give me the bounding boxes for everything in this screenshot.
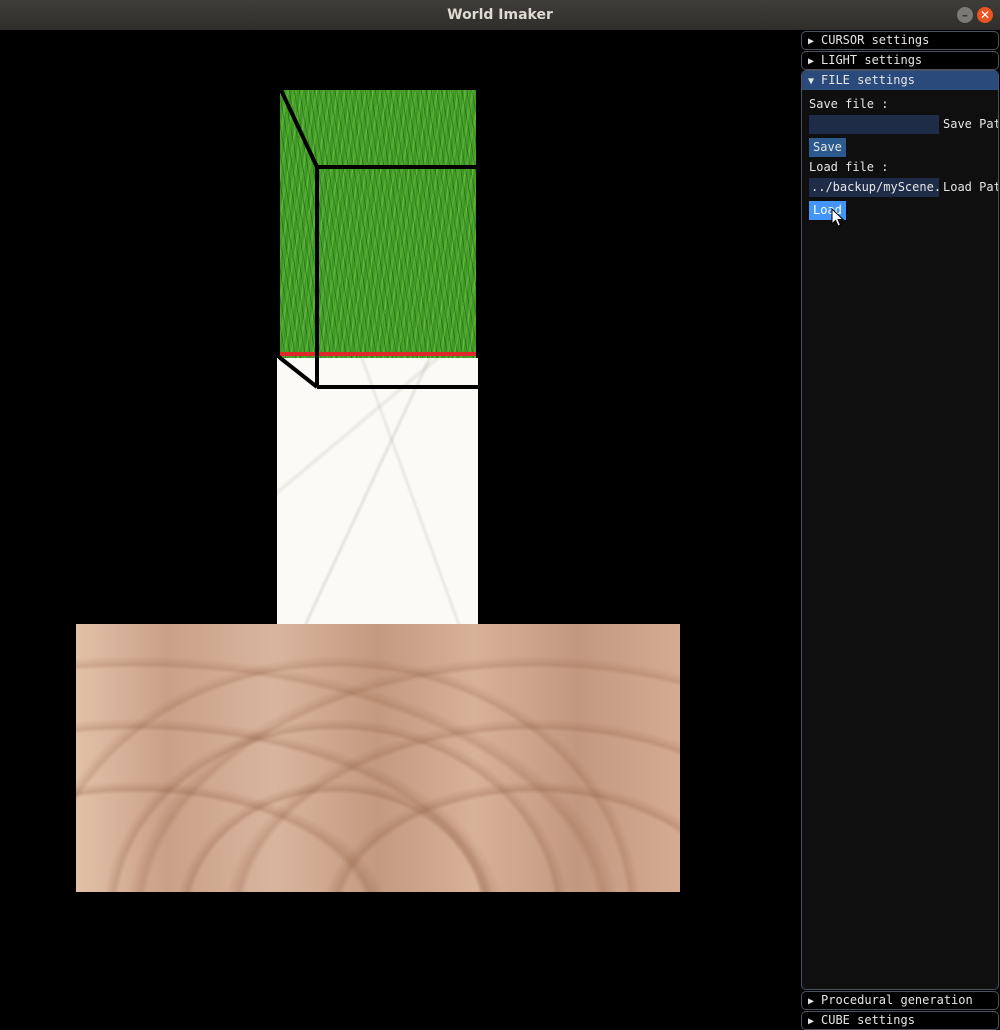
save-button[interactable]: Save [809,138,846,157]
window-titlebar: World Imaker – ✕ [0,0,1000,30]
panel-cube-settings[interactable]: ▶ CUBE settings [801,1011,999,1030]
triangle-right-icon: ▶ [808,1016,815,1027]
3d-viewport[interactable] [0,30,800,1030]
save-path-label: Save Path [943,117,998,131]
panel-light-settings[interactable]: ▶ LIGHT settings [801,51,999,70]
save-path-input[interactable] [809,115,939,134]
panel-label: LIGHT settings [821,53,923,67]
panel-label: Procedural generation [821,993,973,1007]
panel-label: CUBE settings [821,1013,915,1027]
load-file-label: Load file : [809,160,889,174]
cursor-edge [277,355,319,389]
close-icon[interactable]: ✕ [977,7,993,23]
triangle-right-icon: ▶ [808,996,815,1007]
triangle-right-icon: ▶ [808,36,815,47]
mouse-pointer-icon [831,208,845,227]
panel-label: CURSOR settings [821,33,930,47]
save-file-label: Save file : [809,97,889,111]
panel-label: FILE settings [821,73,915,87]
triangle-down-icon: ▼ [808,76,815,87]
load-path-label: Load Path [943,180,998,194]
cube-cursor-wireframe [277,89,478,389]
panel-file-header[interactable]: ▼ FILE settings [802,71,998,90]
panel-procedural-generation[interactable]: ▶ Procedural generation [801,991,999,1010]
cursor-edge [279,89,319,168]
panel-cursor-settings[interactable]: ▶ CURSOR settings [801,31,999,50]
window-title: World Imaker [447,7,553,23]
triangle-right-icon: ▶ [808,56,815,67]
load-path-input[interactable]: ../backup/myScene. [809,178,939,197]
minimize-icon[interactable]: – [957,7,973,23]
